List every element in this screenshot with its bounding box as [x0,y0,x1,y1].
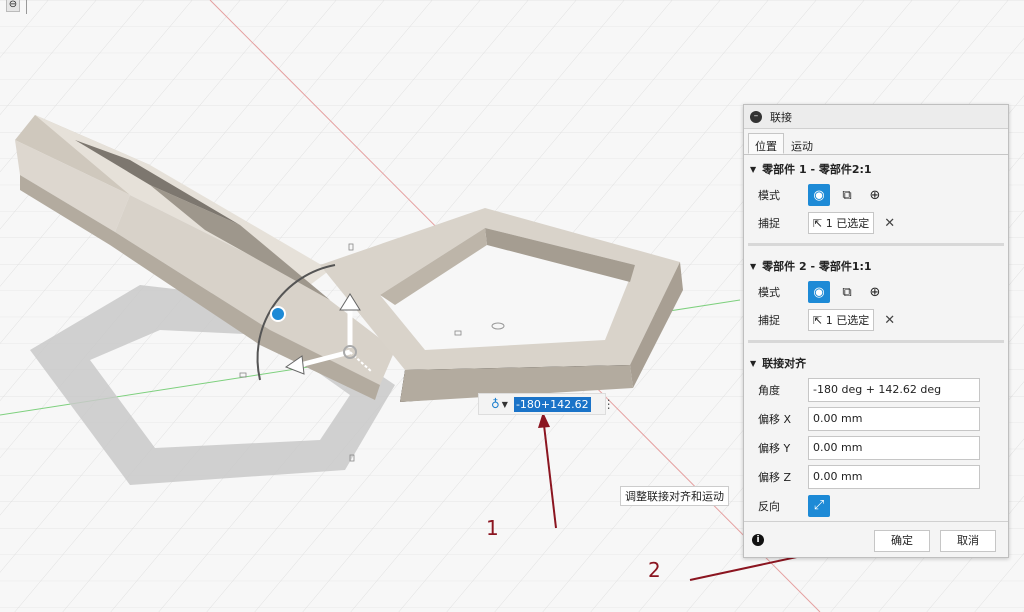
collapse-icon[interactable]: ⊖ [6,0,20,12]
component2-mode-row: 模式 ◉ ⧉ ⊕ [744,278,1008,306]
two-edge-intersection-icon[interactable]: ⊕ [864,184,886,206]
flip-label: 反向 [758,499,780,513]
ok-button[interactable]: 确定 [874,530,930,552]
dialog-tabs: 位置 运动 [744,133,1008,155]
angle-field[interactable]: -180 deg + 142.62 deg [808,377,980,402]
offset-y-field[interactable]: 0.00 mm [808,435,980,460]
offset-x-field[interactable]: 0.00 mm [808,406,980,431]
annotation-label-1: 1 [486,516,499,540]
snap-selection[interactable]: ⇱ 1 已选定 [808,309,875,331]
offset-x-row: 偏移 X 0.00 mm [744,404,1008,433]
tab-motion[interactable]: 运动 [784,133,820,154]
offset-x-label: 偏移 X [758,412,792,426]
mode-label: 模式 [758,286,780,299]
collapse-triangle-icon[interactable]: ▼ [750,262,756,271]
info-icon[interactable]: i [752,533,764,546]
alignment-header-label: 联接对齐 [762,357,807,370]
angle-input-value[interactable]: -180+142.62 [513,396,591,412]
simple-mode-icon[interactable]: ◉ [808,281,830,303]
mode-label: 模式 [758,189,780,202]
offset-y-row: 偏移 Y 0.00 mm [744,433,1008,462]
annotation-label-2: 2 [648,558,661,582]
component2-header-label: 零部件 2 - 零部件1:1 [762,260,872,273]
angle-value-input[interactable]: ♁ ▼ -180+142.62 ⋮ [478,393,615,415]
offset-y-label: 偏移 Y [758,441,791,455]
component1-mode-row: 模式 ◉ ⧉ ⊕ [744,181,1008,209]
snap-label: 捕捉 [758,314,780,327]
close-icon[interactable]: – [750,110,762,123]
cancel-button[interactable]: 取消 [940,530,996,552]
cursor-icon: ⇱ [813,216,826,230]
joint-angle-icon: ♁ [491,397,500,411]
joint-dialog: – 联接 位置 运动 ▼ 零部件 1 - 零部件2:1 模式 ◉ ⧉ ⊕ 捕捉 … [743,104,1009,558]
offset-z-row: 偏移 Z 0.00 mm [744,462,1008,491]
alignment-section-header[interactable]: ▼ 联接对齐 [744,349,1008,375]
snap-selection[interactable]: ⇱ 1 已选定 [808,212,875,234]
offset-z-label: 偏移 Z [758,470,792,484]
component1-section-header[interactable]: ▼ 零部件 1 - 零部件2:1 [744,155,1008,181]
component1-snap-row: 捕捉 ⇱ 1 已选定 ✕ [744,209,1008,237]
two-edge-intersection-icon[interactable]: ⊕ [864,281,886,303]
component2-snap-row: 捕捉 ⇱ 1 已选定 ✕ [744,306,1008,334]
section-divider [748,340,1004,343]
more-options-icon[interactable]: ⋮ [603,397,615,411]
rotation-handle[interactable] [270,306,286,322]
component2-section-header[interactable]: ▼ 零部件 2 - 零部件1:1 [744,252,1008,278]
component1-header-label: 零部件 1 - 零部件2:1 [762,163,872,176]
hint-tooltip: 调整联接对齐和运动 [620,486,729,506]
collapse-triangle-icon[interactable]: ▼ [750,359,756,368]
dialog-footer: i 确定 取消 [744,521,1008,557]
between-two-faces-icon[interactable]: ⧉ [836,281,858,303]
section-divider [748,243,1004,246]
clear-selection-icon[interactable]: ✕ [884,313,895,328]
corner-divider [26,0,27,14]
dialog-header[interactable]: – 联接 [744,105,1008,129]
simple-mode-icon[interactable]: ◉ [808,184,830,206]
snap-label: 捕捉 [758,217,780,230]
angle-label: 角度 [758,383,780,397]
offset-z-field[interactable]: 0.00 mm [808,464,980,489]
cursor-icon: ⇱ [813,313,826,327]
flip-icon[interactable]: ⤢ [808,494,830,517]
snap-selection-text: 1 已选定 [825,314,870,327]
collapse-triangle-icon[interactable]: ▼ [750,165,756,174]
dialog-title: 联接 [770,110,792,124]
angle-row: 角度 -180 deg + 142.62 deg [744,375,1008,404]
snap-selection-text: 1 已选定 [825,217,870,230]
clear-selection-icon[interactable]: ✕ [884,216,895,231]
between-two-faces-icon[interactable]: ⧉ [836,184,858,206]
flip-row: 反向 ⤢ [744,491,1008,520]
dropdown-caret-icon[interactable]: ▼ [502,400,508,409]
tab-position[interactable]: 位置 [748,133,784,154]
